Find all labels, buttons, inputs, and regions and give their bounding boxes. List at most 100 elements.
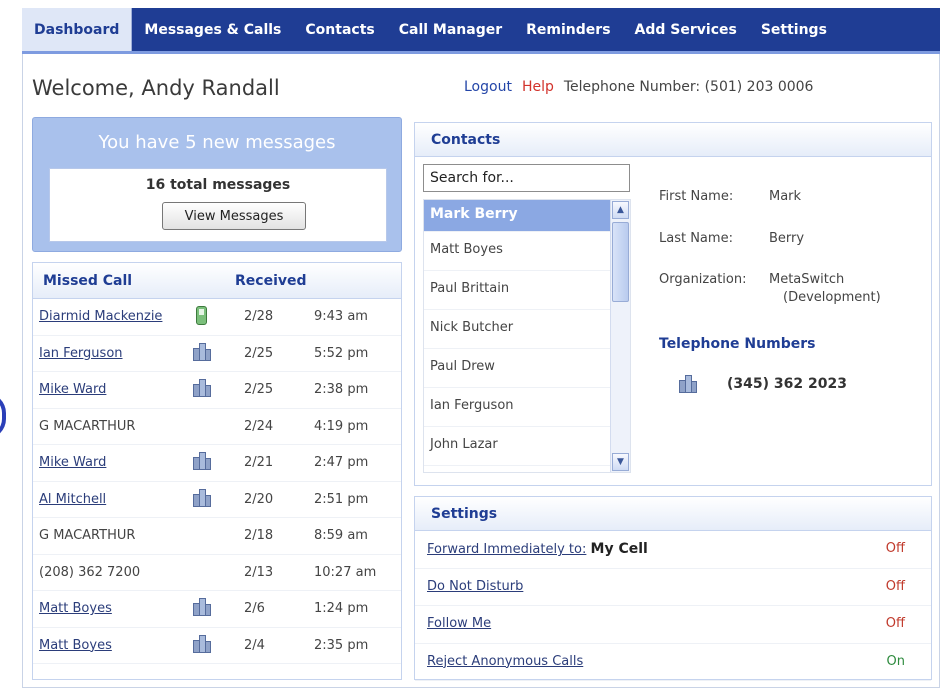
setting-row: Follow Me Off xyxy=(415,606,931,644)
setting-link[interactable]: Forward Immediately to: xyxy=(427,542,586,557)
missed-call-row: Diarmid Mackenzie 2/28 9:43 am xyxy=(33,299,401,336)
missed-call-row: Mike Ward 2/25 2:38 pm xyxy=(33,372,401,409)
call-date: 2/18 xyxy=(244,528,274,543)
first-name-label: First Name: xyxy=(659,189,734,204)
nav-reminders[interactable]: Reminders xyxy=(514,8,622,51)
office-phone-icon xyxy=(679,375,697,393)
caller-name[interactable]: Ian Ferguson xyxy=(39,346,123,361)
call-time: 8:59 am xyxy=(314,528,368,543)
call-date: 2/25 xyxy=(244,382,274,397)
settings-panel: Settings Forward Immediately to: My Cell… xyxy=(414,496,932,681)
contacts-panel: Contacts Mark BerryMatt BoyesPaul Britta… xyxy=(414,122,932,486)
setting-link[interactable]: Do Not Disturb xyxy=(427,579,523,594)
contact-telephone-number[interactable]: (345) 362 2023 xyxy=(727,376,847,392)
call-time: 2:38 pm xyxy=(314,382,369,397)
contact-list-item[interactable]: Paul Drew xyxy=(424,349,614,388)
missed-call-row: Al Mitchell 2/20 2:51 pm xyxy=(33,482,401,518)
contact-list-item[interactable]: Ian Ferguson xyxy=(424,388,614,427)
caller-name: (208) 362 7200 xyxy=(39,564,141,580)
call-date: 2/25 xyxy=(244,345,274,361)
setting-row: Do Not Disturb Off xyxy=(415,569,931,606)
office-phone-icon xyxy=(193,488,211,507)
office-phone-icon xyxy=(193,342,211,361)
contacts-header: Contacts xyxy=(415,123,931,157)
view-messages-button[interactable]: View Messages xyxy=(162,202,306,230)
nav-contacts[interactable]: Contacts xyxy=(293,8,386,51)
organization-department: (Development) xyxy=(783,290,881,305)
call-time: 2:47 pm xyxy=(314,455,369,470)
missed-call-row: Ian Ferguson 2/25 5:52 pm xyxy=(33,336,401,372)
missed-call-row: G MACARTHUR 2/24 4:19 pm xyxy=(33,409,401,445)
top-links: Logout Help Telephone Number: (501) 203 … xyxy=(464,79,813,95)
nav-dashboard[interactable]: Dashboard xyxy=(22,8,133,51)
contact-list: Mark Berry Matt Boyes Paul Brittain Nick Bu… xyxy=(423,199,631,473)
logout-link[interactable]: Logout xyxy=(464,79,512,95)
missed-call-row: Matt Boyes 2/4 2:35 pm xyxy=(33,628,401,664)
setting-status-toggle[interactable]: Off xyxy=(886,541,905,556)
setting-label: Forward Immediately to: My Cell xyxy=(427,541,648,557)
call-date: 2/21 xyxy=(244,455,274,470)
contact-list-item[interactable]: Matt Boyes xyxy=(424,232,614,271)
call-date: 2/28 xyxy=(244,309,274,324)
missed-calls-list: Diarmid Mackenzie 2/28 9:43 am Ian Ferguson… xyxy=(33,299,401,664)
caller-name[interactable]: Matt Boyes xyxy=(39,638,112,653)
contact-list-scrollbar[interactable]: ▲ ▼ xyxy=(610,200,630,472)
welcome-title: Welcome, Andy Randall xyxy=(32,76,280,100)
nav-add-services[interactable]: Add Services xyxy=(623,8,749,51)
messages-summary: 16 total messages View Messages xyxy=(49,168,387,242)
call-time: 2:35 pm xyxy=(314,637,369,653)
setting-link[interactable]: Reject Anonymous Calls xyxy=(427,654,583,669)
nav-call-manager[interactable]: Call Manager xyxy=(387,8,514,51)
scroll-up-icon[interactable]: ▲ xyxy=(612,201,629,219)
office-phone-icon xyxy=(193,452,211,470)
contact-list-item[interactable]: Paul Brittain xyxy=(424,271,614,310)
call-date: 2/13 xyxy=(244,564,274,580)
contact-list-item[interactable]: Nick Butcher xyxy=(424,310,614,349)
telephone-numbers-heading: Telephone Numbers xyxy=(659,336,816,352)
caller-name[interactable]: Diarmid Mackenzie xyxy=(39,309,162,324)
total-messages: 16 total messages xyxy=(145,177,291,193)
new-messages-title: You have 5 new messages xyxy=(98,132,336,153)
scroll-thumb[interactable] xyxy=(612,222,629,302)
setting-status-toggle[interactable]: Off xyxy=(886,616,905,631)
call-time: 2:51 pm xyxy=(314,491,369,507)
call-time: 9:43 am xyxy=(314,309,368,324)
setting-link[interactable]: Follow Me xyxy=(427,616,491,631)
setting-status-toggle[interactable]: On xyxy=(887,654,905,669)
caller-name[interactable]: Mike Ward xyxy=(39,382,106,397)
missed-call-row: G MACARTHUR 2/18 8:59 am xyxy=(33,518,401,555)
forward-target: My Cell xyxy=(590,541,648,557)
call-date: 2/20 xyxy=(244,491,274,507)
caller-name: G MACARTHUR xyxy=(39,528,136,543)
call-time: 1:24 pm xyxy=(314,601,369,616)
nav-messages-calls[interactable]: Messages & Calls xyxy=(132,8,293,51)
setting-status-toggle[interactable]: Off xyxy=(886,579,905,594)
office-phone-icon xyxy=(193,634,211,653)
contact-search-input[interactable] xyxy=(423,164,630,192)
telephone-number-label: Telephone Number: (501) 203 0006 xyxy=(563,79,814,95)
help-link[interactable]: Help xyxy=(522,79,554,95)
caller-name[interactable]: Al Mitchell xyxy=(39,492,106,507)
last-name-label: Last Name: xyxy=(659,231,733,246)
caller-name[interactable]: Matt Boyes xyxy=(39,601,112,616)
setting-label: Reject Anonymous Calls xyxy=(427,654,583,669)
scroll-down-icon[interactable]: ▼ xyxy=(612,453,629,471)
new-messages-panel: You have 5 new messages 16 total message… xyxy=(32,117,402,252)
missed-calls-header: Missed Call Received xyxy=(33,263,401,299)
call-date: 2/24 xyxy=(244,418,274,434)
mobile-phone-icon xyxy=(193,306,211,325)
setting-label: Follow Me xyxy=(427,616,491,631)
settings-list: Forward Immediately to: My Cell Off Do Not… xyxy=(415,531,931,681)
setting-row: Forward Immediately to: My Cell Off xyxy=(415,531,931,569)
organization-label: Organization: xyxy=(659,272,747,287)
caller-name[interactable]: Mike Ward xyxy=(39,455,106,470)
missed-call-column-header: Missed Call xyxy=(43,273,133,289)
missed-call-row: Mike Ward 2/21 2:47 pm xyxy=(33,445,401,482)
last-name-value: Berry xyxy=(769,231,805,246)
contact-list-item[interactable]: John Lazar xyxy=(424,427,614,466)
nav-settings[interactable]: Settings xyxy=(749,8,839,51)
contact-list-item-selected[interactable]: Mark Berry xyxy=(424,200,614,232)
call-time: 5:52 pm xyxy=(314,345,369,361)
received-column-header: Received xyxy=(235,273,307,289)
missed-call-row: Matt Boyes 2/6 1:24 pm xyxy=(33,591,401,628)
